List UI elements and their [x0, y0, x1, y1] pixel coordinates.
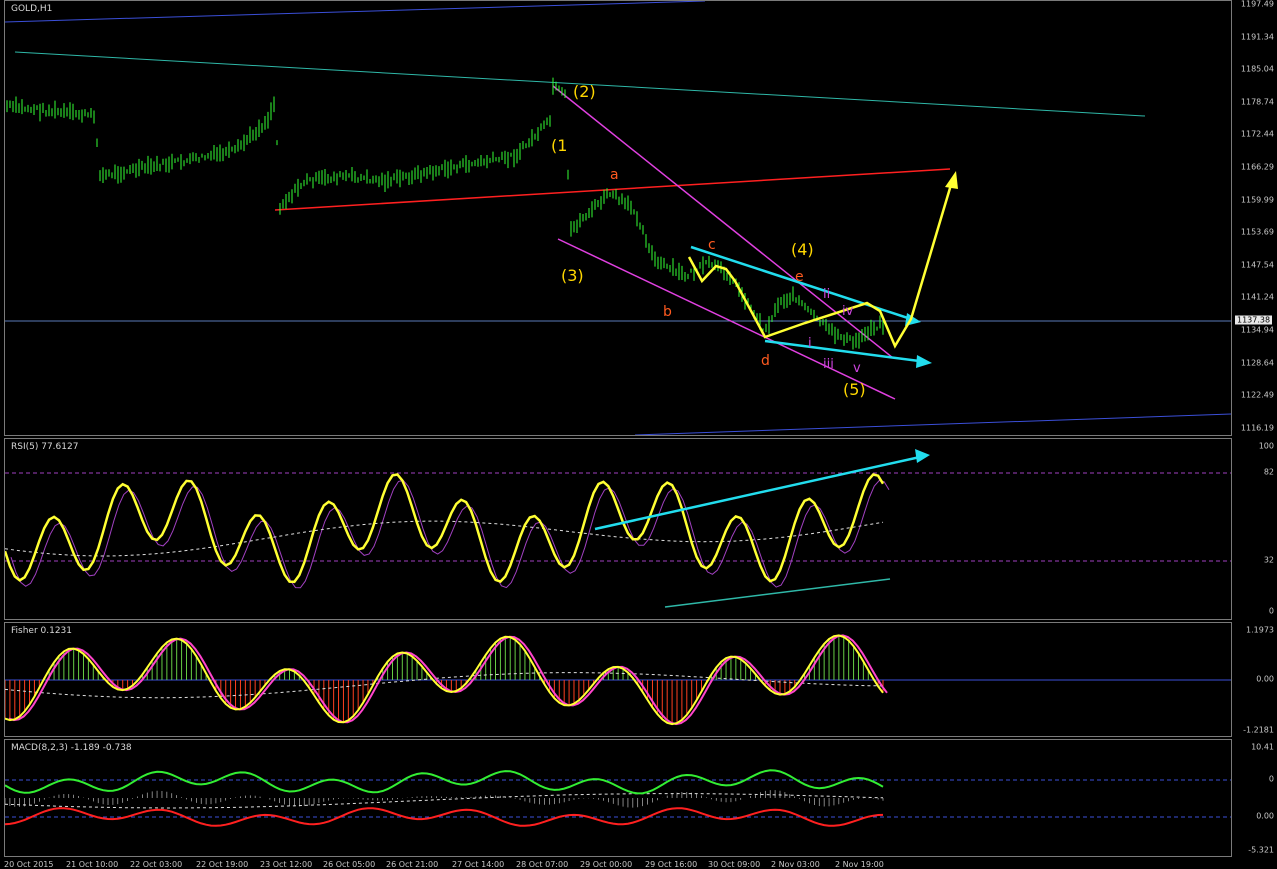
price-axis-label: 1159.99 [1240, 195, 1274, 205]
time-axis-label: 20 Oct 2015 [4, 860, 54, 869]
time-axis-label: 2 Nov 03:00 [771, 860, 820, 869]
fisher-axis: 1.1973 0.00 -1.2181 [1233, 622, 1277, 737]
cyan-wedge-lower [764, 339, 928, 364]
rsi-divergence-arrowhead [915, 449, 930, 463]
wave-label-iv: iv [842, 304, 854, 319]
macd-histogram [5, 790, 884, 808]
time-axis-label: 22 Oct 03:00 [130, 860, 183, 869]
macd-level-zero-b: 0.00 [1256, 811, 1274, 821]
price-chart-canvas: (2) (1 (3) (4) (5) a b c d e i ii iii iv… [5, 1, 1231, 435]
price-axis-label: 1197.49 [1240, 0, 1274, 9]
price-axis-label: 1116.19 [1240, 423, 1274, 433]
wave-label-b: b [663, 304, 672, 320]
price-axis-label: 1172.44 [1240, 129, 1274, 139]
price-axis-label: 1185.04 [1240, 64, 1274, 74]
price-axis-label: 1147.54 [1240, 260, 1274, 270]
macd-level-zero-a: 0 [1268, 774, 1274, 784]
yellow-arrowhead-up [945, 171, 958, 189]
wave-label-c: c [708, 237, 716, 253]
price-chart-pane[interactable]: GOLD,H1 (2) (1 (3) (4) (5) a b c d e i i… [4, 0, 1232, 436]
macd-level-max: 10.41 [1251, 742, 1274, 752]
macd-signal-line [5, 807, 884, 827]
macd-axis: 10.41 0 0.00 -5.321 [1233, 739, 1277, 857]
current-price-tag: 1137.38 [1235, 315, 1273, 325]
fisher-level-max: 1.1973 [1246, 625, 1274, 635]
rsi-canvas [5, 449, 1231, 608]
macd-pane[interactable]: MACD(8,2,3) -1.189 -0.738 [4, 739, 1232, 857]
time-axis-label: 28 Oct 07:00 [516, 860, 569, 869]
fisher-level-min: -1.2181 [1243, 725, 1274, 735]
macd-level-min: -5.321 [1248, 845, 1274, 855]
wave-label-e: e [795, 269, 804, 285]
fisher-pane[interactable]: Fisher 0.1231 [4, 622, 1232, 737]
wave-label-i: i [808, 336, 812, 351]
price-axis: 1197.49 1191.34 1185.04 1178.74 1172.44 1166.… [1233, 0, 1277, 436]
rsi-level-0: 0 [1268, 606, 1274, 616]
time-axis-label: 23 Oct 12:00 [260, 860, 313, 869]
wave-label-2: (2) [573, 82, 596, 101]
rsi-signal-line [10, 479, 890, 589]
time-axis-label: 30 Oct 09:00 [708, 860, 761, 869]
wave-label-v: v [853, 361, 861, 376]
price-axis-label: 1134.94 [1240, 325, 1274, 335]
rsi-level-82: 82 [1263, 467, 1274, 477]
price-axis-label: 1141.24 [1240, 292, 1274, 302]
wave-label-d: d [761, 353, 770, 369]
rsi-line [5, 473, 885, 584]
wave-label-a: a [610, 167, 619, 183]
time-axis-label: 21 Oct 10:00 [66, 860, 119, 869]
time-axis-label: 2 Nov 19:00 [835, 860, 884, 869]
price-axis-label: 1178.74 [1240, 97, 1274, 107]
rsi-pane[interactable]: RSI(5) 77.6127 [4, 438, 1232, 620]
price-axis-label: 1122.49 [1240, 390, 1274, 400]
rsi-level-32: 32 [1263, 555, 1274, 565]
rsi-support-line [664, 578, 891, 608]
rsi-level-100: 100 [1258, 441, 1274, 451]
rsi-axis: 100 82 32 0 [1233, 438, 1277, 620]
wave-label-iii: iii [823, 357, 834, 372]
time-axis-label: 29 Oct 16:00 [645, 860, 698, 869]
cyan-arrowhead-lower [916, 355, 932, 368]
price-axis-label: 1166.29 [1240, 162, 1274, 172]
upper-blue-trendline [5, 1, 706, 23]
lower-blue-trendline [634, 413, 1231, 435]
macd-canvas [5, 769, 1231, 827]
price-axis-label: 1128.64 [1240, 358, 1274, 368]
fisher-level-zero: 0.00 [1256, 674, 1274, 684]
price-axis-label: 1153.69 [1240, 227, 1274, 237]
time-axis-label: 26 Oct 05:00 [323, 860, 376, 869]
wave-label-ii: ii [823, 287, 830, 302]
time-axis-label: 27 Oct 14:00 [452, 860, 505, 869]
macd-main-line [5, 769, 884, 795]
price-axis-label: 1191.34 [1240, 32, 1274, 42]
wave-label-4: (4) [791, 240, 814, 259]
wave-label-1: (1 [551, 136, 567, 155]
macd-ma-line [5, 793, 884, 809]
trading-terminal: GOLD,H1 (2) (1 (3) (4) (5) a b c d e i i… [0, 0, 1277, 869]
time-axis-label: 29 Oct 00:00 [580, 860, 633, 869]
time-axis-label: 22 Oct 19:00 [196, 860, 249, 869]
wave-label-5: (5) [843, 380, 866, 399]
time-axis-label: 26 Oct 21:00 [386, 860, 439, 869]
fisher-canvas [5, 634, 1231, 726]
wave-label-3: (3) [561, 266, 584, 285]
price-candles [6, 77, 884, 350]
